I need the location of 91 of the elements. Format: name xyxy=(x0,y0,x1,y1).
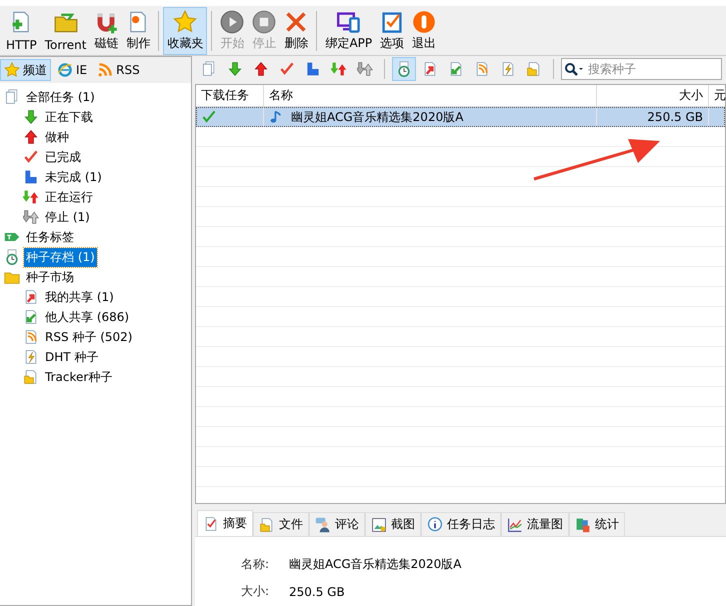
devices-icon xyxy=(336,10,361,34)
star-icon xyxy=(4,62,20,78)
tree-item[interactable]: 正在下载 xyxy=(43,108,95,126)
toolbar-button[interactable]: 绑定APP xyxy=(321,6,376,54)
person-icon xyxy=(315,516,331,532)
tree-item[interactable]: RSS 种子 (502) xyxy=(43,328,134,346)
column-header[interactable]: 大小 xyxy=(597,85,709,106)
page-down-icon xyxy=(23,309,39,325)
search-icon xyxy=(564,62,584,76)
detail-tab[interactable]: 任务日志 xyxy=(421,512,501,536)
toolbar-button[interactable]: 退出 xyxy=(408,6,440,54)
clock-icon xyxy=(4,249,20,265)
page-rss-icon xyxy=(23,329,39,345)
tree-item[interactable]: 全部任务 (1) xyxy=(24,88,97,106)
page-rss-icon xyxy=(474,61,490,77)
detail-tab[interactable]: 摘要 xyxy=(197,510,253,536)
line-chart-icon xyxy=(507,516,523,532)
down-arrow-icon xyxy=(23,109,39,125)
column-header[interactable]: 下载任务 xyxy=(196,85,264,106)
up-down-arrows-icon xyxy=(357,61,373,77)
up-down-arrows-icon xyxy=(331,61,347,77)
tree-item[interactable]: DHT 种子 xyxy=(43,348,100,366)
detail-value: 250.5 GB xyxy=(289,584,345,598)
page-up-icon xyxy=(422,61,438,77)
star-icon xyxy=(173,10,198,34)
toolbar-button[interactable]: 制作 xyxy=(122,6,154,54)
page-up-icon xyxy=(23,289,39,305)
toolbar-button[interactable]: 收藏夹 xyxy=(163,6,208,54)
incomplete-icon xyxy=(305,61,321,77)
tree-item[interactable]: 正在运行 xyxy=(43,188,95,206)
tree-item[interactable]: 种子存档 (1) xyxy=(24,248,97,266)
filter-button[interactable] xyxy=(392,57,416,81)
page-folder-icon xyxy=(23,369,39,385)
pages-icon xyxy=(4,89,20,105)
file-size: 250.5 GB xyxy=(647,110,703,124)
tree-item[interactable]: 做种 xyxy=(43,128,71,146)
tree-item[interactable]: 任务标签 xyxy=(24,228,76,246)
tree-item[interactable]: 我的共享 (1) xyxy=(43,288,116,306)
up-arrow-icon xyxy=(253,61,269,77)
detail-tab[interactable]: 截图 xyxy=(365,512,421,536)
up-arrow-icon xyxy=(23,129,39,145)
page-bolt-icon xyxy=(23,349,39,365)
delete-icon xyxy=(284,10,308,34)
column-header[interactable]: 名称 xyxy=(264,85,597,106)
sidebar-tab[interactable]: 频道 xyxy=(0,59,51,81)
toolbar-button[interactable]: 选项 xyxy=(376,6,408,54)
up-down-arrows-icon xyxy=(23,189,39,205)
blocks-icon xyxy=(575,516,591,532)
detail-tab[interactable]: 评论 xyxy=(309,512,365,536)
ie-icon xyxy=(57,62,73,78)
check-icon xyxy=(23,149,39,165)
page-bolt-icon xyxy=(500,61,516,77)
down-arrow-icon xyxy=(227,61,243,77)
detail-tab[interactable]: 文件 xyxy=(253,512,309,536)
tree-item[interactable]: 未完成 (1) xyxy=(43,168,104,186)
picture-icon xyxy=(371,516,387,532)
table-row[interactable]: 幽灵姐ACG音乐精选集2020版A 250.5 GB xyxy=(196,107,725,127)
incomplete-icon xyxy=(23,169,39,185)
pages-icon xyxy=(201,61,217,77)
check-page-icon xyxy=(203,516,219,532)
tree-item[interactable]: 种子市场 xyxy=(24,268,76,286)
check-icon xyxy=(279,61,295,77)
detail-label: 大小: xyxy=(241,583,270,600)
toolbar-button[interactable]: 磁链 xyxy=(90,6,122,54)
tree-item[interactable]: Tracker种子 xyxy=(43,368,114,386)
sidebar-tab[interactable]: RSS xyxy=(93,59,144,81)
sidebar-tab[interactable]: IE xyxy=(53,59,92,81)
toolbar-button[interactable]: HTTP xyxy=(2,6,41,54)
stop-icon xyxy=(252,10,276,34)
play-icon xyxy=(220,10,244,34)
tree-item[interactable]: 他人共享 (686) xyxy=(43,308,132,326)
file-name: 幽灵姐ACG音乐精选集2020版A xyxy=(291,108,464,126)
power-icon xyxy=(412,10,436,34)
rss-icon xyxy=(97,62,114,78)
toolbar-button[interactable]: Torrent xyxy=(40,6,90,54)
tree-item[interactable]: 停止 (1) xyxy=(43,208,92,226)
up-down-arrows-icon xyxy=(23,209,39,225)
detail-value: 幽灵姐ACG音乐精选集2020版A xyxy=(289,556,462,573)
search-field[interactable]: 搜索种子 xyxy=(561,58,722,80)
toolbar-button[interactable]: 删除 xyxy=(280,6,312,54)
checklist-icon xyxy=(380,10,404,34)
page-down-icon xyxy=(448,61,464,77)
detail-label: 名称: xyxy=(241,556,270,573)
detail-tab[interactable]: 流量图 xyxy=(501,512,569,536)
page-folder-icon xyxy=(526,61,542,77)
page-folder-icon xyxy=(259,516,275,532)
info-icon xyxy=(427,516,443,532)
detail-tab[interactable]: 统计 xyxy=(569,512,625,536)
tree-item[interactable]: 已完成 xyxy=(43,148,83,166)
column-header[interactable]: 元 xyxy=(709,85,726,106)
clock-icon xyxy=(396,61,412,77)
